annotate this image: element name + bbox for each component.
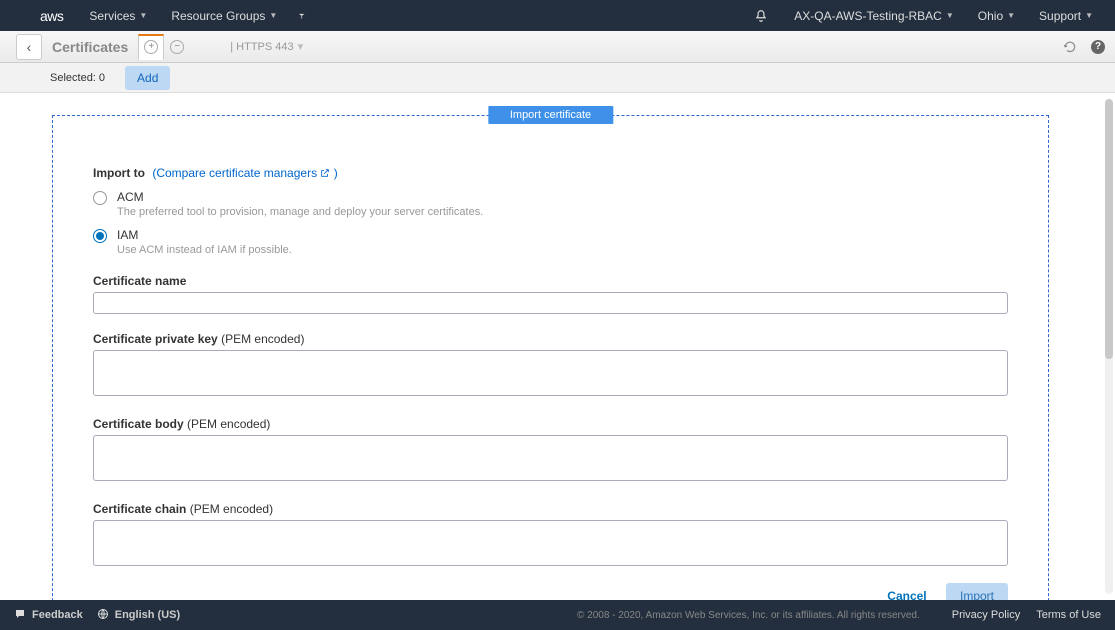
feedback-link[interactable]: Feedback <box>14 608 83 623</box>
add-button[interactable]: Add <box>125 66 170 90</box>
cert-chain-label: Certificate chain (PEM encoded) <box>93 502 1008 516</box>
add-tab-icon[interactable]: + <box>138 34 164 60</box>
cancel-button[interactable]: Cancel <box>887 589 926 600</box>
remove-tab-icon[interactable]: − <box>164 34 190 60</box>
toolbar: ‹ Certificates + − | HTTPS 443 ▾ ? <box>0 31 1115 63</box>
terms-link[interactable]: Terms of Use <box>1036 609 1101 621</box>
help-icon[interactable]: ? <box>1089 38 1107 56</box>
caret-down-icon: ▼ <box>1007 11 1015 20</box>
language-selector[interactable]: English (US) <box>97 608 180 623</box>
footer-copyright: © 2008 - 2020, Amazon Web Services, Inc.… <box>577 610 920 621</box>
nav-support[interactable]: Support ▼ <box>1039 9 1093 23</box>
refresh-icon[interactable] <box>1061 38 1079 56</box>
pin-icon[interactable] <box>295 10 307 22</box>
top-nav: aws Services ▼ Resource Groups ▼ AX-QA-A… <box>0 0 1115 31</box>
radio-iam[interactable]: IAM Use ACM instead of IAM if possible. <box>93 228 1008 256</box>
compare-managers-link[interactable]: (Compare certificate managers ) <box>152 166 337 180</box>
speech-bubble-icon <box>14 608 26 623</box>
import-button[interactable]: Import <box>946 583 1008 600</box>
radio-acm-label: ACM <box>117 190 483 204</box>
content-area: Import certificate Import to (Compare ce… <box>0 93 1115 600</box>
nav-region-label: Ohio <box>978 9 1003 23</box>
nav-resource-groups[interactable]: Resource Groups ▼ <box>171 9 277 23</box>
aws-logo[interactable]: aws <box>40 8 63 24</box>
nav-region[interactable]: Ohio ▼ <box>978 9 1015 23</box>
nav-services[interactable]: Services ▼ <box>89 9 147 23</box>
radio-icon <box>93 191 107 205</box>
privacy-link[interactable]: Privacy Policy <box>952 609 1020 621</box>
chevron-down-icon: ▾ <box>298 40 304 53</box>
nav-resource-groups-label: Resource Groups <box>171 9 265 23</box>
back-button[interactable]: ‹ <box>16 34 42 60</box>
caret-down-icon: ▼ <box>946 11 954 20</box>
question-circle-icon: ? <box>1091 40 1105 54</box>
nav-account[interactable]: AX-QA-AWS-Testing-RBAC ▼ <box>794 9 954 23</box>
cert-name-input[interactable] <box>93 292 1008 314</box>
footer: Feedback English (US) © 2008 - 2020, Ama… <box>0 600 1115 630</box>
scrollbar-thumb[interactable] <box>1105 99 1113 359</box>
nav-account-label: AX-QA-AWS-Testing-RBAC <box>794 9 942 23</box>
cert-body-label: Certificate body (PEM encoded) <box>93 417 1008 431</box>
radio-iam-desc: Use ACM instead of IAM if possible. <box>117 244 292 256</box>
caret-down-icon: ▼ <box>1085 11 1093 20</box>
panel-title: Import certificate <box>488 106 613 124</box>
caret-down-icon: ▼ <box>139 11 147 20</box>
panel-actions: Cancel Import <box>93 583 1008 600</box>
bell-icon[interactable] <box>754 9 768 23</box>
import-to-label: Import to (Compare certificate managers … <box>93 166 1008 180</box>
minus-circle-icon: − <box>170 40 184 54</box>
plus-circle-icon: + <box>144 40 158 54</box>
import-certificate-panel: Import certificate Import to (Compare ce… <box>52 115 1049 600</box>
external-link-icon <box>320 166 333 180</box>
radio-icon-checked <box>93 229 107 243</box>
cert-name-label: Certificate name <box>93 274 1008 288</box>
chevron-left-icon: ‹ <box>27 39 32 55</box>
page-title: Certificates <box>52 39 128 55</box>
listener-dropdown[interactable]: | HTTPS 443 ▾ <box>230 40 303 53</box>
globe-icon <box>97 608 109 623</box>
cert-body-input[interactable] <box>93 435 1008 481</box>
selected-count: Selected: 0 <box>50 72 105 84</box>
caret-down-icon: ▼ <box>269 11 277 20</box>
subbar: Selected: 0 Add <box>0 63 1115 93</box>
priv-key-label: Certificate private key (PEM encoded) <box>93 332 1008 346</box>
nav-services-label: Services <box>89 9 135 23</box>
radio-acm[interactable]: ACM The preferred tool to provision, man… <box>93 190 1008 218</box>
cert-chain-input[interactable] <box>93 520 1008 566</box>
nav-support-label: Support <box>1039 9 1081 23</box>
listener-label: | HTTPS 443 <box>230 41 293 53</box>
priv-key-input[interactable] <box>93 350 1008 396</box>
radio-iam-label: IAM <box>117 228 292 242</box>
radio-acm-desc: The preferred tool to provision, manage … <box>117 206 483 218</box>
